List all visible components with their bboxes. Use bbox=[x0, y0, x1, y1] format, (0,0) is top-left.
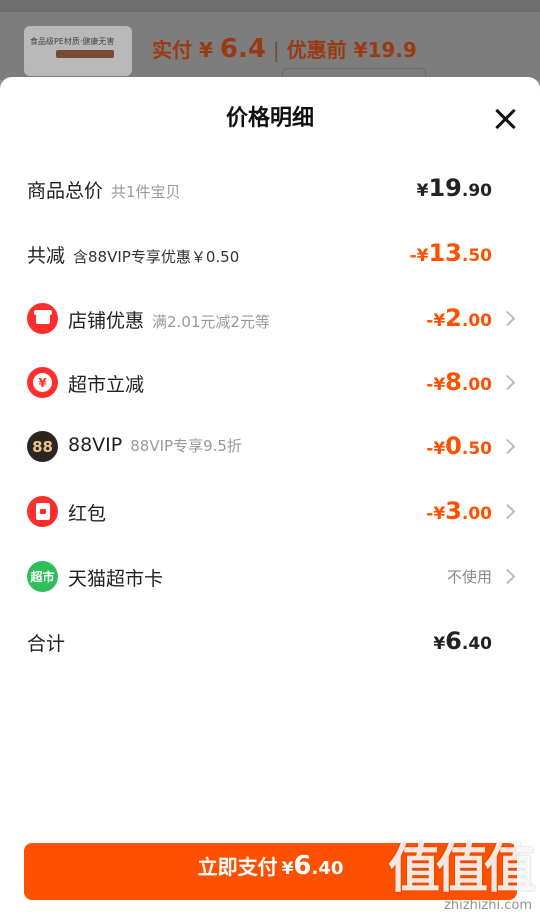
reduction-detail: 含88VIP专享优惠￥0.50 bbox=[73, 248, 240, 266]
total-price-count: 共1件宝贝 bbox=[111, 183, 181, 201]
tmall-market-icon: 超市 bbox=[27, 561, 58, 592]
pay-now-dec: .40 bbox=[311, 858, 344, 879]
row-shop-discount[interactable]: 店铺优惠 满2.01元减2元等 -¥2.00 bbox=[0, 298, 540, 338]
vip-amount: -¥0.50 bbox=[426, 432, 492, 460]
row-tmall-market-card[interactable]: 超市 天猫超市卡 不使用 bbox=[0, 556, 540, 596]
sum-dec: .40 bbox=[461, 634, 492, 654]
reduction-currency: -¥ bbox=[409, 246, 429, 266]
market-card-status: 不使用 bbox=[446, 568, 492, 586]
chevron-right-icon bbox=[499, 310, 516, 327]
pay-now-label: 立即支付 bbox=[197, 855, 278, 879]
sum-amount: ¥6.40 bbox=[433, 627, 492, 655]
total-price-currency: ¥ bbox=[416, 181, 429, 201]
sheet-title: 价格明细 bbox=[225, 106, 314, 131]
sum-label: 合计 bbox=[27, 633, 66, 655]
red-packet-dec: .00 bbox=[461, 504, 492, 524]
vip-detail: 88VIP专享9.5折 bbox=[130, 437, 242, 455]
vip-int: 0 bbox=[445, 432, 462, 460]
shop-discount-label: 店铺优惠 满2.01元减2元等 bbox=[68, 306, 270, 333]
close-icon[interactable] bbox=[494, 108, 516, 130]
shop-discount-int: 2 bbox=[445, 304, 462, 332]
red-packet-icon bbox=[27, 496, 58, 527]
vip-currency: -¥ bbox=[426, 439, 446, 459]
market-reduction-amount: -¥8.00 bbox=[426, 368, 492, 396]
chevron-right-icon bbox=[499, 503, 516, 520]
row-market-reduction[interactable]: ¥ 超市立减 -¥8.00 bbox=[0, 362, 540, 402]
background-price: 实付 ¥ 6.4 | 优惠前 ¥19.9 bbox=[152, 34, 417, 64]
reduction-label: 共减 含88VIP专享优惠￥0.50 bbox=[27, 241, 239, 268]
yen-coin-glyph: ¥ bbox=[33, 373, 52, 392]
total-price-label: 商品总价 共1件宝贝 bbox=[27, 176, 181, 203]
row-red-packet[interactable]: 红包 -¥3.00 bbox=[0, 491, 540, 531]
sum-int: 6 bbox=[445, 627, 462, 655]
total-price-label-text: 商品总价 bbox=[27, 180, 104, 202]
product-thumbnail-badge bbox=[56, 50, 114, 58]
red-packet-amount: -¥3.00 bbox=[426, 497, 492, 525]
market-reduction-label: 超市立减 bbox=[68, 374, 145, 396]
price-detail-sheet: 价格明细 商品总价 共1件宝贝 ¥19.90 共减 含88VIP专享优惠￥0.50 … bbox=[0, 77, 540, 923]
yen-coin-icon: ¥ bbox=[27, 367, 58, 398]
pay-now-int: 6 bbox=[293, 851, 312, 881]
reduction-amount: -¥13.50 bbox=[410, 239, 492, 267]
watermark-logo: 值值值 bbox=[387, 840, 536, 900]
shop-discount-dec: .00 bbox=[461, 311, 492, 331]
88vip-icon: 88 bbox=[27, 431, 58, 462]
watermark-url: zhizhizhi.com bbox=[444, 898, 532, 913]
chevron-right-icon bbox=[499, 438, 516, 455]
total-price-int: 19 bbox=[428, 174, 462, 202]
row-88vip[interactable]: 88 88VIP 88VIP专享9.5折 -¥0.50 bbox=[0, 426, 540, 466]
market-card-label: 天猫超市卡 bbox=[68, 568, 164, 590]
chevron-right-icon bbox=[499, 374, 516, 391]
chevron-right-icon bbox=[499, 568, 516, 585]
market-reduction-currency: -¥ bbox=[426, 375, 446, 395]
shop-discount-detail: 满2.01元减2元等 bbox=[152, 313, 270, 331]
price-prefix: 实付 bbox=[152, 38, 192, 62]
shop-discount-amount: -¥2.00 bbox=[426, 304, 492, 332]
product-thumbnail-text: 食品级PE材质·健康无害 bbox=[30, 37, 115, 46]
vip-label: 88VIP 88VIP专享9.5折 bbox=[68, 434, 242, 456]
shop-icon bbox=[27, 303, 58, 334]
price-before: 优惠前 ¥19.9 bbox=[286, 38, 417, 62]
total-price-dec: .90 bbox=[461, 181, 492, 201]
row-total-price: 商品总价 共1件宝贝 ¥19.90 bbox=[0, 168, 540, 208]
total-price-amount: ¥19.90 bbox=[417, 174, 492, 202]
background-top-bar bbox=[0, 0, 540, 12]
sum-currency: ¥ bbox=[433, 634, 446, 654]
vip-label-text: 88VIP bbox=[68, 434, 123, 456]
market-reduction-dec: .00 bbox=[461, 375, 492, 395]
reduction-int: 13 bbox=[428, 239, 462, 267]
reduction-label-text: 共减 bbox=[27, 245, 66, 267]
price-value: 6.4 bbox=[219, 34, 266, 64]
red-packet-int: 3 bbox=[445, 497, 462, 525]
shop-discount-currency: -¥ bbox=[426, 311, 446, 331]
vip-dec: .50 bbox=[461, 439, 492, 459]
watermark: 值值值 zhizhizhi.com bbox=[387, 840, 536, 913]
red-packet-label: 红包 bbox=[68, 503, 107, 525]
market-reduction-int: 8 bbox=[445, 368, 462, 396]
pay-now-currency: ¥ bbox=[281, 859, 294, 879]
price-separator: | bbox=[272, 38, 280, 62]
shop-discount-label-text: 店铺优惠 bbox=[68, 310, 145, 332]
red-packet-currency: -¥ bbox=[426, 504, 446, 524]
reduction-dec: .50 bbox=[461, 246, 492, 266]
row-total-reduction: 共减 含88VIP专享优惠￥0.50 -¥13.50 bbox=[0, 233, 540, 273]
price-currency: ¥ bbox=[198, 38, 213, 62]
row-sum: 合计 ¥6.40 bbox=[0, 621, 540, 661]
